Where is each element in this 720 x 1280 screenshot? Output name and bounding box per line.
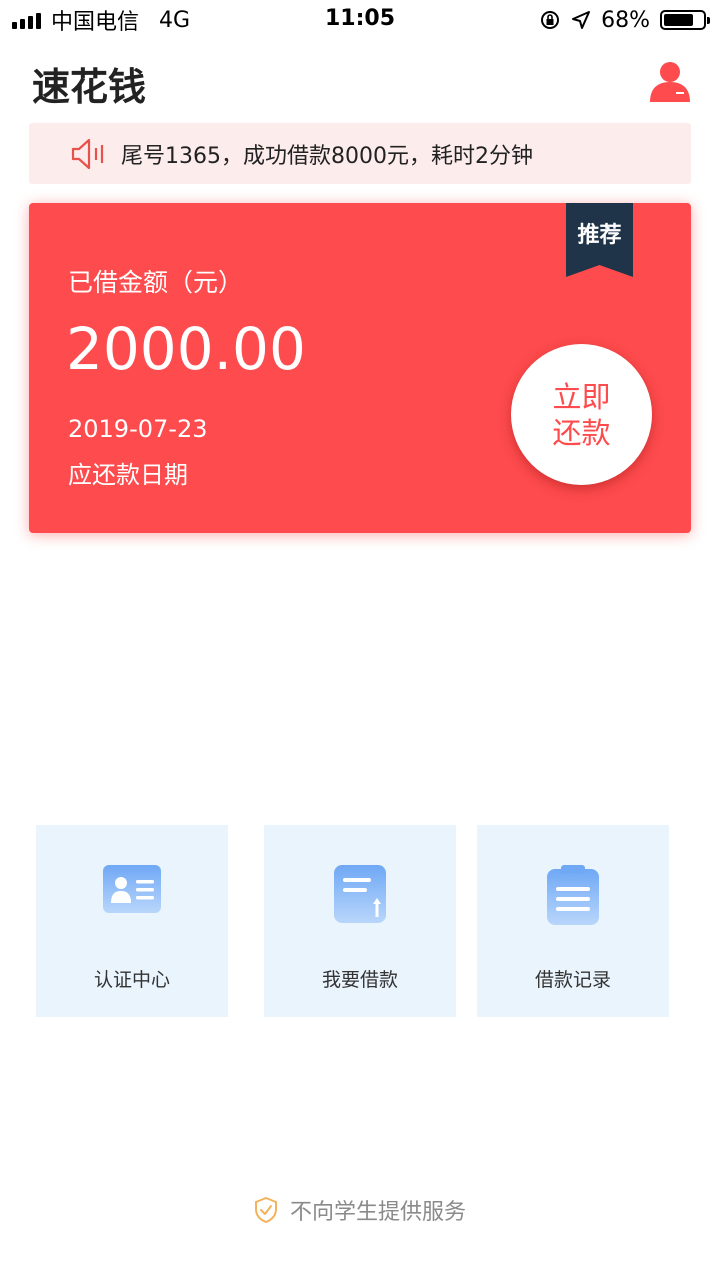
tile-label: 我要借款 [321, 969, 398, 991]
battery-icon [660, 10, 710, 30]
page-title: 速花钱 [32, 65, 147, 109]
shield-check-icon [254, 1197, 277, 1223]
tile-loan-records[interactable]: 借款记录 [477, 825, 669, 1017]
due-date: 2019-07-23 [68, 415, 208, 443]
due-date-label: 应还款日期 [68, 461, 188, 489]
status-right: 68% [539, 6, 710, 34]
loan-amount-label: 已借金额（元） [68, 268, 244, 297]
user-icon[interactable] [648, 60, 692, 102]
speaker-icon [71, 138, 104, 169]
footer-text: 不向学生提供服务 [289, 1200, 466, 1225]
battery-percent: 68% [601, 7, 650, 33]
repay-now-label: 立即还款 [552, 379, 611, 450]
repay-now-button[interactable]: 立即还款 [511, 344, 652, 485]
footer-notice: 不向学生提供服务 [0, 1194, 720, 1226]
tile-verification-center[interactable]: 认证中心 [36, 825, 228, 1017]
status-bar: 中国电信 4G 11:05 68% [0, 0, 720, 40]
loan-document-icon [334, 865, 386, 923]
clipboard-icon [547, 865, 599, 925]
notice-text: 尾号1365，成功借款8000元，耗时2分钟 [121, 143, 533, 169]
location-icon [572, 11, 591, 29]
loan-card: 推荐 已借金额（元） 2000.00 2019-07-23 应还款日期 立即还款 [29, 203, 691, 533]
rotation-lock-icon [541, 11, 560, 29]
id-card-icon [103, 865, 161, 913]
loan-amount: 2000.00 [66, 315, 306, 383]
tile-label: 认证中心 [93, 969, 170, 991]
recommend-label: 推荐 [577, 223, 622, 248]
tile-label: 借款记录 [534, 969, 611, 991]
tile-apply-loan[interactable]: 我要借款 [264, 825, 456, 1017]
notice-bar: 尾号1365，成功借款8000元，耗时2分钟 [29, 123, 691, 184]
